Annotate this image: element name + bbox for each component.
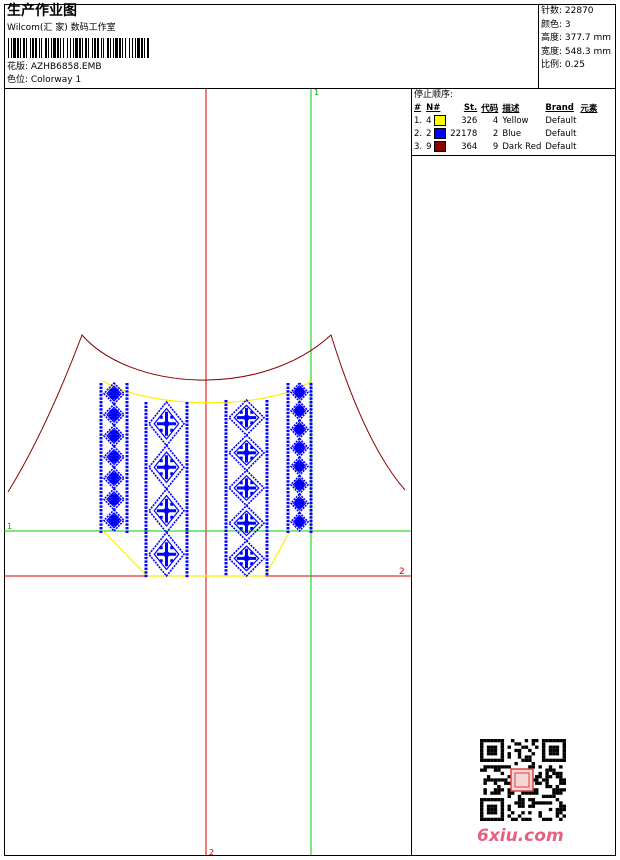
guide-label-green-v: 1 bbox=[314, 88, 319, 97]
design-canvas[interactable]: 1 1 2 2 bbox=[0, 0, 620, 860]
guide-label-red-v: 2 bbox=[209, 848, 214, 857]
guide-label-red-h: 2 bbox=[399, 567, 405, 577]
yellow-top-curve bbox=[102, 380, 312, 404]
guide-label-green-h: 1 bbox=[7, 522, 12, 531]
qr-code-icon[interactable] bbox=[480, 739, 566, 821]
watermark-text: 6xiu.com bbox=[477, 826, 564, 846]
yellow-bottom-outline bbox=[102, 530, 291, 577]
